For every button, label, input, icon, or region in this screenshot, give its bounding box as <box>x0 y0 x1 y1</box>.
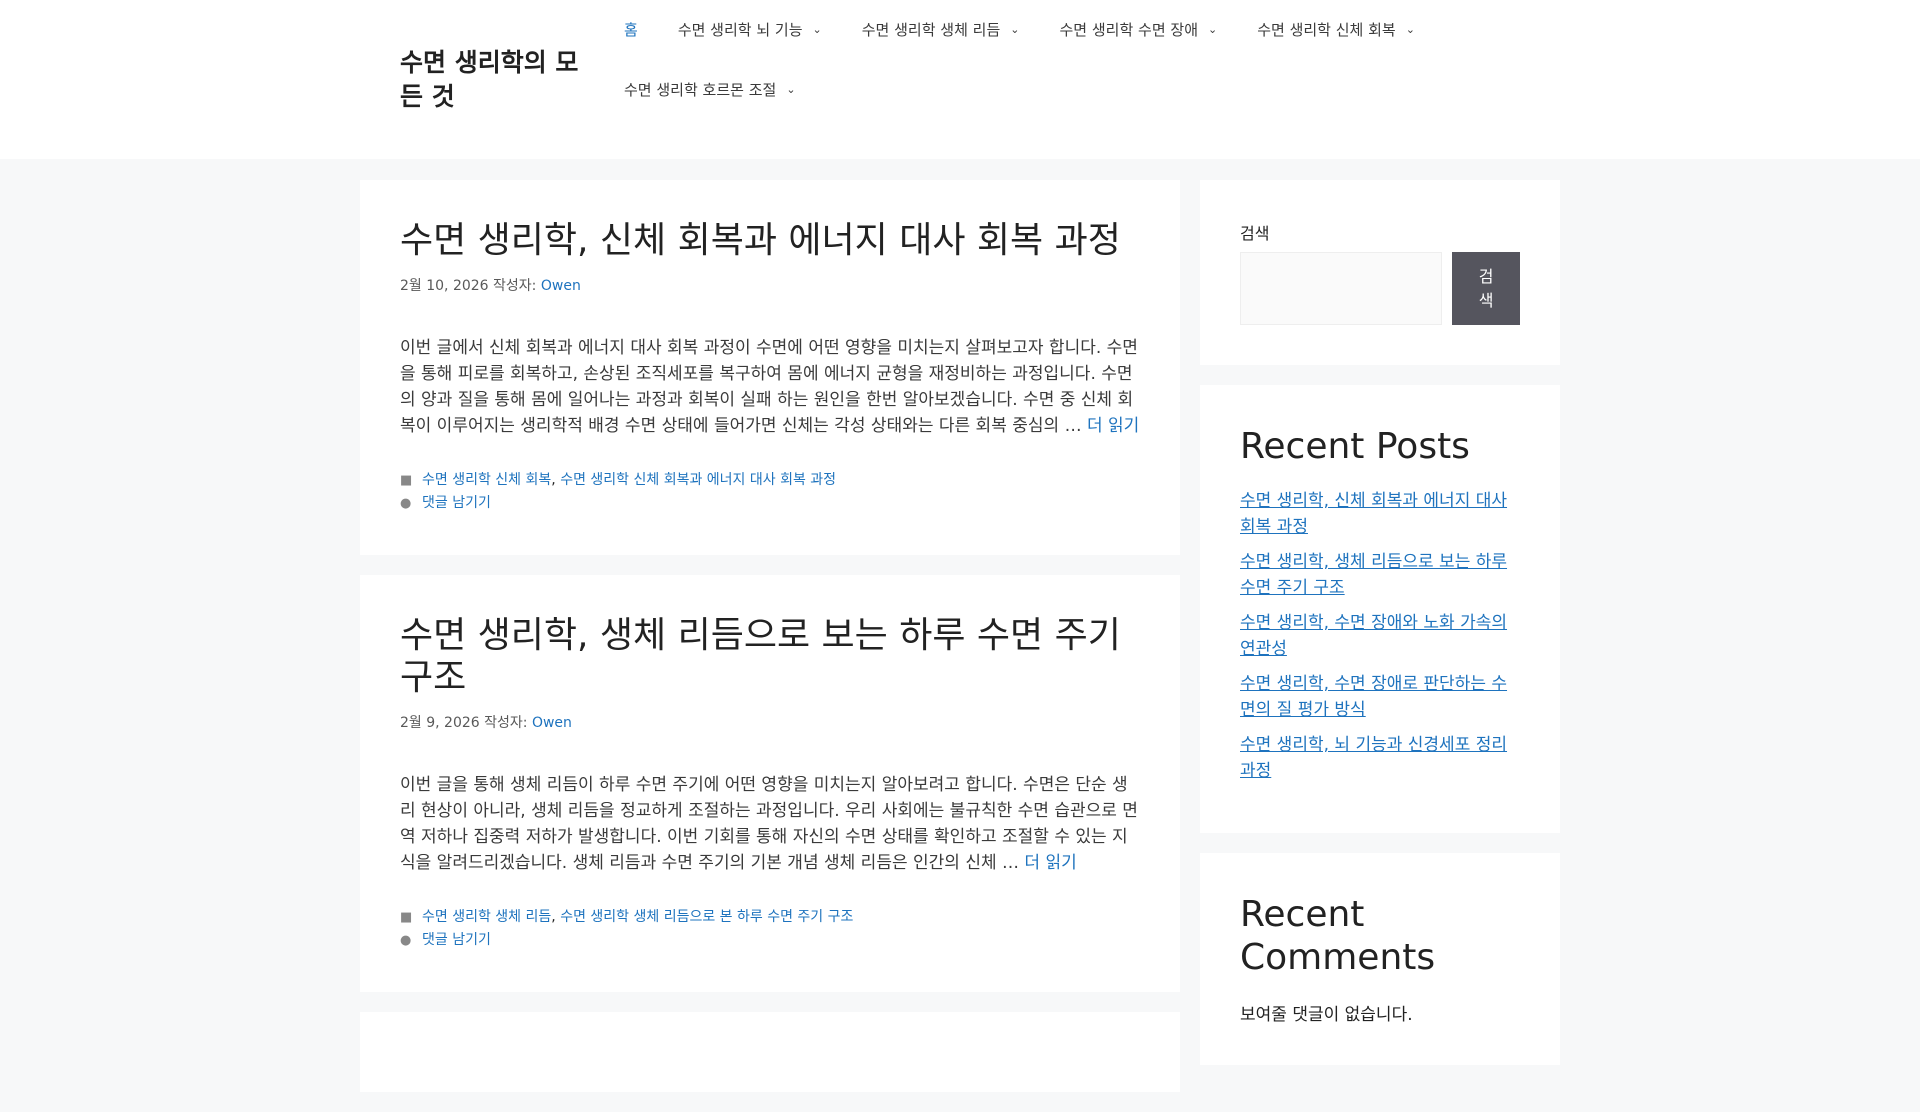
read-more-link[interactable]: 더 읽기 <box>1087 416 1139 436</box>
recent-post-link[interactable]: 수면 생리학, 뇌 기능과 신경세포 정리 과정 <box>1240 732 1520 784</box>
author-link[interactable]: Owen <box>532 715 572 731</box>
recent-post-link[interactable]: 수면 생리학, 신체 회복과 에너지 대사 회복 과정 <box>1240 488 1520 540</box>
search-input[interactable] <box>1240 252 1443 325</box>
post-card: 수면 생리학, 생체 리듬으로 보는 하루 수면 주기 구조 2월 9, 202… <box>360 575 1180 993</box>
post-meta: 2월 10, 2026 작성자: Owen <box>400 275 1140 295</box>
post-date: 2월 9, 2026 <box>400 715 480 732</box>
tag-link[interactable]: 수면 생리학 생체 리듬으로 본 하루 수면 주기 구조 <box>560 909 853 925</box>
nav-label: 수면 생리학 호르몬 조절 <box>624 81 777 99</box>
post-meta: 2월 9, 2026 작성자: Owen <box>400 712 1140 732</box>
recent-comments-widget: Recent Comments 보여줄 댓글이 없습니다. <box>1200 853 1560 1065</box>
recent-post-link[interactable]: 수면 생리학, 수면 장애와 노화 가속의 연관성 <box>1240 610 1520 662</box>
site-header: 수면 생리학의 모든 것 홈 수면 생리학 뇌 기능 ⌄ 수면 생리학 생체 리듬… <box>0 0 1920 159</box>
byline: 작성자: <box>484 715 528 732</box>
nav-brain[interactable]: 수면 생리학 뇌 기능 ⌄ <box>658 0 842 60</box>
site-title[interactable]: 수면 생리학의 모든 것 <box>400 46 600 114</box>
category-link[interactable]: 수면 생리학 신체 회복 <box>422 472 551 488</box>
widget-title: Recent Comments <box>1240 894 1436 979</box>
search-label: 검색 <box>1240 224 1270 243</box>
comments-icon: ● <box>400 933 412 949</box>
nav-hormone[interactable]: 수면 생리학 호르몬 조절 ⌄ <box>604 60 816 120</box>
nav-label: 홈 <box>624 21 638 39</box>
folder-icon: ■ <box>400 473 413 489</box>
nav-label: 수면 생리학 생체 리듬 <box>861 21 1001 39</box>
recent-posts-widget: Recent Posts 수면 생리학, 신체 회복과 에너지 대사 회복 과정… <box>1200 385 1560 834</box>
nav-disorder[interactable]: 수면 생리학 수면 장애 ⌄ <box>1039 0 1237 60</box>
excerpt-text: 이번 글에서 신체 회복과 에너지 대사 회복 과정이 수면에 어떤 영향을 미… <box>400 338 1138 437</box>
chevron-down-icon: ⌄ <box>812 23 822 36</box>
recent-post-link[interactable]: 수면 생리학, 생체 리듬으로 보는 하루 수면 주기 구조 <box>1240 549 1520 601</box>
author-link[interactable]: Owen <box>541 278 581 294</box>
read-more-link[interactable]: 더 읽기 <box>1024 853 1076 873</box>
post-footer: ■ 수면 생리학 생체 리듬, 수면 생리학 생체 리듬으로 본 하루 수면 주기… <box>400 906 1140 952</box>
nav-label: 수면 생리학 뇌 기능 <box>677 21 803 39</box>
chevron-down-icon: ⌄ <box>1208 23 1218 36</box>
chevron-down-icon: ⌄ <box>786 83 796 96</box>
nav-recovery[interactable]: 수면 생리학 신체 회복 ⌄ <box>1237 0 1435 60</box>
post-card <box>360 1012 1180 1093</box>
nav-label: 수면 생리학 수면 장애 <box>1059 21 1198 39</box>
main-nav: 홈 수면 생리학 뇌 기능 ⌄ 수면 생리학 생체 리듬 ⌄ 수면 생리학 수면 장… <box>604 0 1504 120</box>
leave-comment-link[interactable]: 댓글 남기기 <box>422 495 491 511</box>
post-footer: ■ 수면 생리학 신체 회복, 수면 생리학 신체 회복과 에너지 대사 회복 과… <box>400 469 1140 515</box>
sidebar: 검색 검색 Recent Posts 수면 생리학, 신체 회복과 에너지 대사… <box>1200 180 1560 1085</box>
chevron-down-icon: ⌄ <box>1405 23 1415 36</box>
search-widget: 검색 검색 <box>1200 180 1560 365</box>
comments-icon: ● <box>400 496 412 512</box>
post-date: 2월 10, 2026 <box>400 278 489 295</box>
widget-title: Recent Posts <box>1240 426 1470 467</box>
no-comments-text: 보여줄 댓글이 없습니다. <box>1240 1004 1413 1025</box>
folder-icon: ■ <box>400 910 413 926</box>
recent-post-link[interactable]: 수면 생리학, 수면 장애로 판단하는 수면의 질 평가 방식 <box>1240 671 1520 723</box>
post-title[interactable]: 수면 생리학, 생체 리듬으로 보는 하루 수면 주기 구조 <box>400 615 1121 697</box>
leave-comment-link[interactable]: 댓글 남기기 <box>422 932 491 948</box>
category-link[interactable]: 수면 생리학 생체 리듬 <box>422 909 551 925</box>
post-title[interactable]: 수면 생리학, 신체 회복과 에너지 대사 회복 과정 <box>400 220 1121 261</box>
nav-home[interactable]: 홈 <box>604 0 658 60</box>
search-button[interactable]: 검색 <box>1452 252 1520 325</box>
post-excerpt: 이번 글에서 신체 회복과 에너지 대사 회복 과정이 수면에 어떤 영향을 미… <box>400 335 1140 439</box>
nav-label: 수면 생리학 신체 회복 <box>1257 21 1396 39</box>
nav-rhythm[interactable]: 수면 생리학 생체 리듬 ⌄ <box>842 0 1040 60</box>
post-card: 수면 생리학, 신체 회복과 에너지 대사 회복 과정 2월 10, 2026 … <box>360 180 1180 556</box>
post-excerpt: 이번 글을 통해 생체 리듬이 하루 수면 주기에 어떤 영향을 미치는지 알아… <box>400 772 1140 876</box>
byline: 작성자: <box>493 278 537 295</box>
chevron-down-icon: ⌄ <box>1010 23 1020 36</box>
tag-link[interactable]: 수면 생리학 신체 회복과 에너지 대사 회복 과정 <box>560 472 836 488</box>
